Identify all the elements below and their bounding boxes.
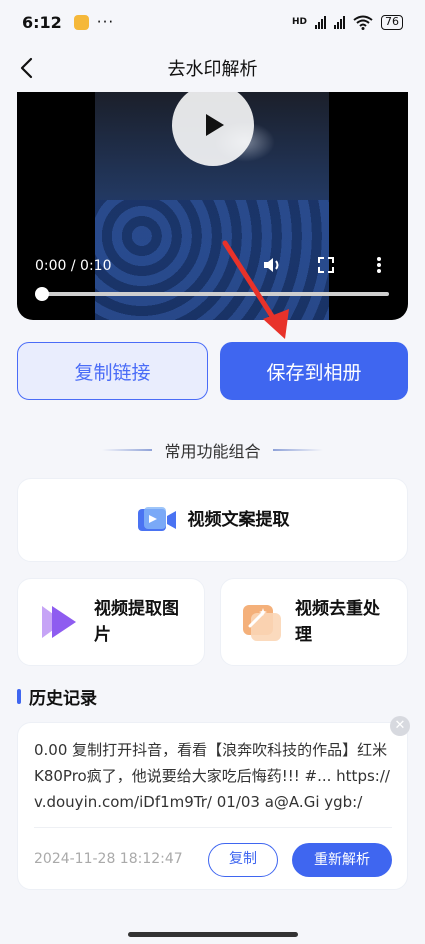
history-title: 历史记录 bbox=[29, 689, 97, 709]
divider-left bbox=[102, 449, 153, 451]
feature-video-text-extract[interactable]: 视频文案提取 bbox=[17, 478, 408, 562]
status-bar: 6:12 ··· HD 76 bbox=[0, 0, 425, 44]
feature-label: 视频文案提取 bbox=[187, 510, 290, 530]
status-right: HD 76 bbox=[291, 14, 403, 30]
action-row: 复制链接 保存到相册 bbox=[17, 342, 408, 400]
magic-wand-icon bbox=[243, 605, 281, 641]
close-icon[interactable]: ✕ bbox=[390, 716, 410, 736]
label-line: 视频提取图 bbox=[94, 599, 179, 619]
top-nav: 去水印解析 bbox=[0, 44, 425, 92]
feature-video-extract-image[interactable]: 视频提取图片 bbox=[17, 578, 205, 666]
label-line: 理 bbox=[295, 625, 312, 645]
home-indicator[interactable] bbox=[128, 932, 298, 937]
video-camera-icon bbox=[137, 507, 176, 531]
save-to-album-button[interactable]: 保存到相册 bbox=[220, 342, 408, 400]
history-timestamp: 2024-11-28 18:12:47 bbox=[34, 851, 183, 867]
progress-knob[interactable] bbox=[35, 287, 49, 301]
battery-icon: 76 bbox=[381, 14, 403, 30]
label-line: 片 bbox=[94, 625, 111, 645]
play-icon bbox=[206, 114, 224, 136]
feature-label: 视频去重处理 bbox=[295, 596, 380, 648]
play-stack-icon bbox=[42, 606, 76, 638]
status-time: 6:12 bbox=[22, 12, 62, 32]
video-player[interactable]: 0:00 / 0:10 bbox=[17, 92, 408, 320]
notification-app-icon bbox=[73, 14, 89, 30]
wifi-icon bbox=[353, 15, 373, 30]
signal-icon bbox=[315, 15, 326, 29]
history-item[interactable]: ✕ 0.00 复制打开抖音，看看【浪奔吹科技的作品】红米K80Pro疯了，他说要… bbox=[17, 716, 410, 890]
feature-label: 视频提取图片 bbox=[94, 596, 179, 648]
history-accent-bar bbox=[17, 689, 21, 704]
more-notifications-icon: ··· bbox=[96, 13, 115, 31]
divider-right bbox=[272, 449, 323, 451]
section-header: 常用功能组合 bbox=[0, 438, 425, 462]
history-header: 历史记录 bbox=[17, 684, 97, 709]
hd-label: HD bbox=[291, 17, 307, 27]
page-title: 去水印解析 bbox=[167, 59, 258, 80]
history-link-text: 0.00 复制打开抖音，看看【浪奔吹科技的作品】红米K80Pro疯了，他说要给大… bbox=[34, 741, 390, 811]
feature-video-dedupe[interactable]: 视频去重处理 bbox=[220, 578, 408, 666]
history-reparse-button[interactable]: 重新解析 bbox=[292, 843, 392, 877]
more-options-icon[interactable] bbox=[371, 254, 387, 276]
section-title: 常用功能组合 bbox=[164, 442, 261, 461]
label-line: 视频去重处 bbox=[295, 599, 380, 619]
red-arrow-annotation bbox=[222, 240, 289, 339]
signal-2-icon bbox=[334, 15, 345, 29]
fullscreen-icon[interactable] bbox=[315, 254, 337, 276]
history-copy-button[interactable]: 复制 bbox=[208, 843, 278, 877]
back-arrow-icon[interactable] bbox=[14, 54, 42, 82]
copy-link-button[interactable]: 复制链接 bbox=[17, 342, 208, 400]
video-time: 0:00 / 0:10 bbox=[35, 258, 112, 274]
history-divider bbox=[34, 827, 392, 828]
